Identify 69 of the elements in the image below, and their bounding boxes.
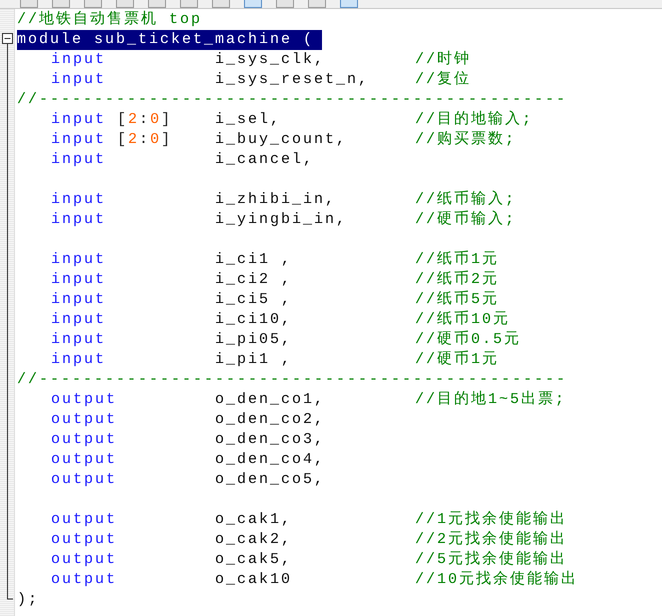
port-name: o_den_co2, — [215, 411, 326, 428]
port-keyword: input — [51, 210, 106, 230]
port-name: i_cancel, — [215, 151, 314, 168]
port-keyword: output — [51, 450, 118, 470]
port-name: i_pi05, — [215, 331, 292, 348]
port-keyword: input — [51, 50, 106, 70]
code-comment: //5元找余使能输出 — [415, 550, 568, 570]
port-keyword: output — [51, 550, 118, 570]
code-comment: //纸币10元 — [415, 310, 510, 330]
code-comment: //地铁自动售票机 top — [17, 10, 202, 30]
port-keyword: input — [51, 270, 106, 290]
port-name: i_ci10, — [215, 311, 292, 328]
module-declaration: module sub_ticket_machine ( — [17, 30, 322, 50]
code-comment: //目的地输入; — [415, 110, 534, 130]
code-comment: //1元找余使能输出 — [415, 510, 568, 530]
port-name: o_cak2, — [215, 531, 292, 548]
code-comment: //购买票数; — [415, 130, 516, 150]
port-name: o_den_co4, — [215, 451, 326, 468]
port-keyword: output — [51, 530, 118, 550]
port-keyword: input — [51, 350, 106, 370]
port-keyword: output — [51, 470, 118, 490]
port-keyword: input — [51, 110, 106, 130]
code-comment: //10元找余使能输出 — [415, 570, 578, 590]
port-keyword: input — [51, 290, 106, 310]
code-comment: //复位 — [415, 70, 472, 90]
code-text: ); — [17, 590, 40, 610]
code-comment: //2元找余使能输出 — [415, 530, 568, 550]
code-comment: //纸币1元 — [415, 250, 500, 270]
port-keyword: output — [51, 570, 118, 590]
port-name: i_buy_count, — [215, 131, 348, 148]
port-name: i_yingbi_in, — [215, 211, 348, 228]
port-keyword: output — [51, 510, 118, 530]
code-comment: //------------------------------------------------ — [17, 370, 568, 390]
port-keyword: output — [51, 410, 118, 430]
code-comment: //目的地1~5出票; — [415, 390, 566, 410]
port-keyword: input — [51, 330, 106, 350]
port-name: i_pi1 , — [215, 351, 292, 368]
fold-marker-icon[interactable] — [1, 33, 13, 601]
port-name: i_sys_reset_n, — [215, 71, 370, 88]
port-name: i_sys_clk, — [215, 51, 326, 68]
code-comment: //硬币1元 — [415, 350, 500, 370]
port-name: o_cak1, — [215, 511, 292, 528]
bit-range: [2:0] — [117, 110, 172, 130]
port-name: i_zhibi_in, — [215, 191, 336, 208]
port-name: o_den_co3, — [215, 431, 326, 448]
port-keyword: input — [51, 130, 106, 150]
code-comment: //硬币输入; — [415, 210, 516, 230]
bit-range: [2:0] — [117, 130, 172, 150]
port-name: o_den_co5, — [215, 471, 326, 488]
port-keyword: input — [51, 310, 106, 330]
code-comment: //时钟 — [415, 50, 472, 70]
port-name: o_cak5, — [215, 551, 292, 568]
port-keyword: input — [51, 250, 106, 270]
port-name: i_ci2 , — [215, 271, 292, 288]
port-keyword: input — [51, 70, 106, 90]
port-name: i_ci5 , — [215, 291, 292, 308]
code-comment: //纸币输入; — [415, 190, 516, 210]
code-comment: //------------------------------------------------ — [17, 90, 568, 110]
port-name: o_cak10 — [215, 571, 292, 588]
port-keyword: output — [51, 430, 118, 450]
code-comment: //纸币5元 — [415, 290, 500, 310]
code-comment: //纸币2元 — [415, 270, 500, 290]
port-name: i_ci1 , — [215, 251, 292, 268]
port-name: i_sel, — [215, 111, 282, 128]
port-keyword: output — [51, 390, 118, 410]
code-comment: //硬币0.5元 — [415, 330, 522, 350]
port-name: o_den_co1, — [215, 391, 326, 408]
port-keyword: input — [51, 150, 106, 170]
port-keyword: input — [51, 190, 106, 210]
